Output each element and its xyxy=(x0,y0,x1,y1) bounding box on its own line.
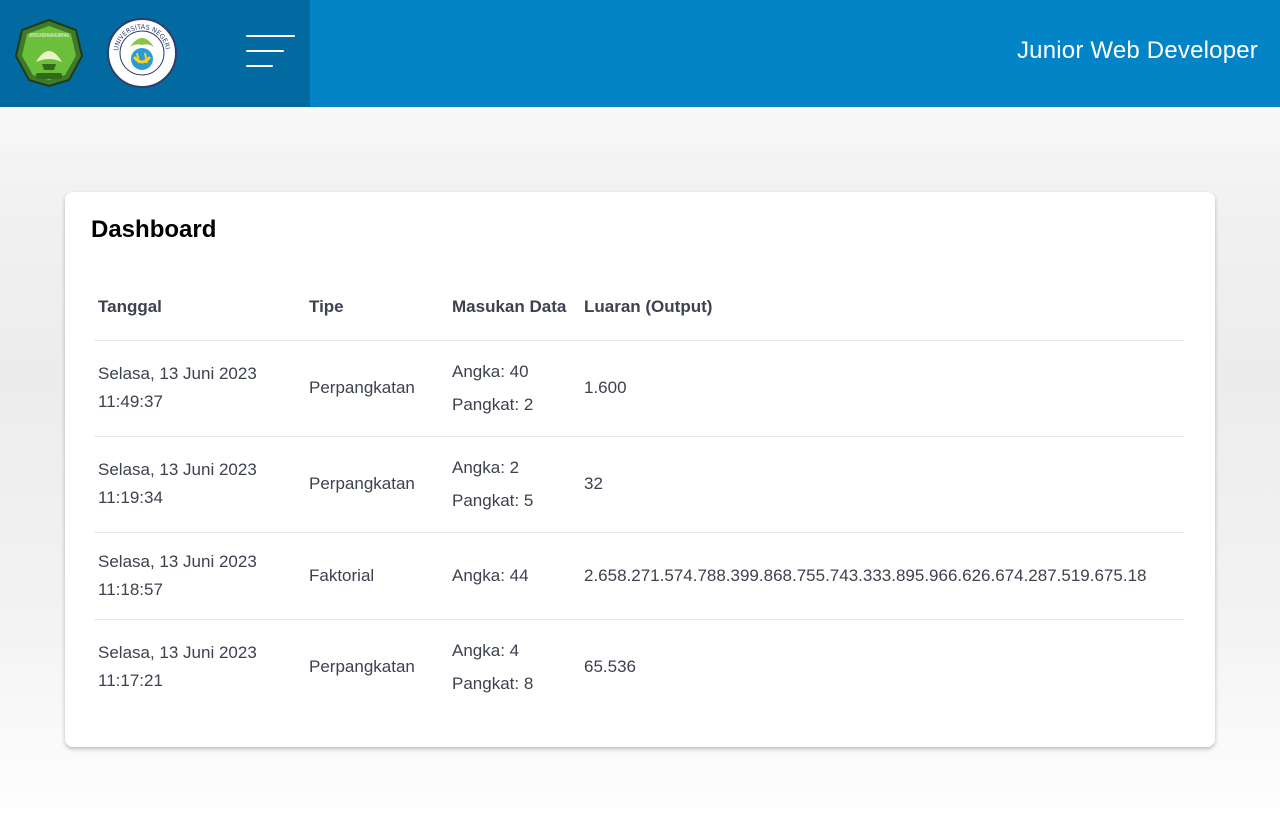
top-navbar: UNIVERSITAS ISLAM NEGERI MAULANA MALIK I… xyxy=(0,0,1280,107)
column-header-output: Luaran (Output) xyxy=(580,275,1184,341)
cell-date: Selasa, 13 Juni 2023 11:18:57 xyxy=(94,532,305,620)
input-value: Pangkat: 8 xyxy=(452,674,534,694)
cell-output: 65.536 xyxy=(584,657,636,677)
input-value: Angka: 4 xyxy=(452,641,520,661)
input-value: Pangkat: 2 xyxy=(452,395,534,414)
column-header-input: Masukan Data xyxy=(448,275,580,341)
cell-date: Selasa, 13 Juni 2023 11:19:34 xyxy=(94,436,305,533)
uin-logo-text: UNIVERSITAS ISLAM NEGERI MAULANA MALIK I… xyxy=(29,33,69,39)
cell-input: Angka: 4 Pangkat: 8 xyxy=(448,619,580,715)
time-text: 11:18:57 xyxy=(98,579,163,599)
brand-panel: UNIVERSITAS ISLAM NEGERI MAULANA MALIK I… xyxy=(0,0,310,107)
hamburger-menu-icon[interactable] xyxy=(246,34,296,68)
menu-line xyxy=(246,50,284,52)
page-title: Dashboard xyxy=(91,216,217,243)
cell-input: Angka: 44 xyxy=(448,532,580,620)
cell-output: 32 xyxy=(580,436,1184,533)
menu-line xyxy=(246,35,295,37)
cell-date: Selasa, 13 Juni 2023 11:17:21 xyxy=(94,619,305,715)
input-value: Pangkat: 5 xyxy=(452,491,534,510)
cell-type: Faktorial xyxy=(305,532,448,620)
history-table-container[interactable]: Tanggal Tipe Masukan Data Luaran (Output… xyxy=(94,275,1184,715)
date-text: Selasa, 13 Juni 2023 xyxy=(98,551,257,571)
column-header-date: Tanggal xyxy=(94,275,305,341)
date-text: Selasa, 13 Juni 2023 xyxy=(98,460,257,479)
universitas-negeri-malang-logo: UNIVERSITAS NEGERI MALANG xyxy=(106,17,177,88)
history-table: Tanggal Tipe Masukan Data Luaran (Output… xyxy=(94,275,1184,715)
cell-type: Perpangkatan xyxy=(309,657,415,677)
cell-date: Selasa, 13 Juni 2023 11:49:37 xyxy=(94,340,305,437)
cell-input: Angka: 2 Pangkat: 5 xyxy=(448,436,580,533)
dashboard-card: Dashboard Tanggal Tipe Masukan Data Luar… xyxy=(65,192,1215,747)
date-text: Selasa, 13 Juni 2023 xyxy=(98,643,257,663)
table-row: Selasa, 13 Juni 2023 11:49:37 Perpangkat… xyxy=(94,340,1184,437)
input-value: Angka: 40 xyxy=(452,362,529,381)
column-header-type: Tipe xyxy=(305,275,448,341)
cell-type: Perpangkatan xyxy=(305,340,448,437)
cell-type: Perpangkatan xyxy=(305,436,448,533)
time-text: 11:49:37 xyxy=(98,392,163,411)
uin-malang-logo: UNIVERSITAS ISLAM NEGERI MAULANA MALIK I… xyxy=(14,18,84,88)
cell-output: 2.658.271.574.788.399.868.755.743.333.89… xyxy=(580,532,1184,620)
input-value: Angka: 2 xyxy=(452,458,520,477)
table-row: Selasa, 13 Juni 2023 11:19:34 Perpangkat… xyxy=(94,436,1184,533)
date-text: Selasa, 13 Juni 2023 xyxy=(98,364,257,383)
table-row: Selasa, 13 Juni 2023 11:17:21 Perpangkat… xyxy=(94,619,1184,715)
time-text: 11:19:34 xyxy=(98,488,163,507)
time-text: 11:17:21 xyxy=(98,671,163,691)
table-row: Selasa, 13 Juni 2023 11:18:57 Faktorial … xyxy=(94,532,1184,620)
app-title: Junior Web Developer xyxy=(1016,37,1258,64)
table-header-row: Tanggal Tipe Masukan Data Luaran (Output… xyxy=(94,275,1184,341)
input-value: Angka: 44 xyxy=(452,566,529,585)
cell-input: Angka: 40 Pangkat: 2 xyxy=(448,340,580,437)
menu-line xyxy=(246,65,273,67)
cell-output: 1.600 xyxy=(580,340,1184,437)
